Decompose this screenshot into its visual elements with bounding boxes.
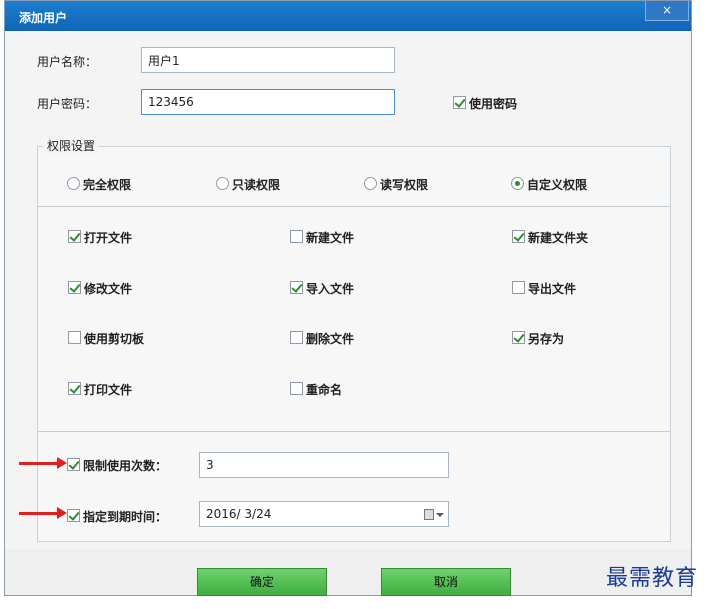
checkbox-export-file[interactable] [512,281,525,294]
use-password-checkbox[interactable] [453,96,466,109]
label-export-file: 导出文件 [528,282,577,296]
label-expiry: 指定到期时间： [83,510,168,524]
red-arrow-annotation [19,507,67,519]
add-user-dialog: 添加用户 × 用户名称： 用户密码： 使用密码 权限设置 完全权限 只读权限 读… [4,0,692,596]
radio-read-only-label: 只读权限 [232,178,281,192]
permissions-group-title: 权限设置 [43,137,100,154]
user-password-input[interactable] [141,89,395,115]
label-rename: 重命名 [306,383,343,397]
limit-uses-input[interactable] [199,452,449,478]
radio-read-write[interactable] [364,177,377,190]
checkbox-open-file[interactable] [68,230,81,243]
watermark: 最需教育 [606,566,699,591]
ok-button[interactable]: 确定 [197,568,327,596]
checkbox-expiry[interactable] [67,509,80,522]
label-open-file: 打开文件 [84,231,133,245]
checkbox-clipboard[interactable] [68,331,81,344]
title-bar: 添加用户 × [5,1,691,31]
label-limit-uses: 限制使用次数： [83,459,168,473]
checkbox-import-file[interactable] [290,281,303,294]
use-password-label: 使用密码 [469,97,518,111]
label-import-file: 导入文件 [306,282,355,296]
radio-custom-label: 自定义权限 [527,178,588,192]
checkbox-new-folder[interactable] [512,230,525,243]
calendar-icon[interactable] [424,509,434,520]
checkbox-delete-file[interactable] [290,331,303,344]
user-name-input[interactable] [141,47,395,73]
user-name-label: 用户名称： [37,55,98,69]
label-modify-file: 修改文件 [84,282,133,296]
label-new-file: 新建文件 [306,231,355,245]
label-clipboard: 使用剪切板 [84,332,145,346]
label-print-file: 打印文件 [84,383,133,397]
radio-custom[interactable] [511,177,524,190]
radio-read-only[interactable] [216,177,229,190]
checkbox-print-file[interactable] [68,382,81,395]
divider-bottom [38,431,670,432]
expiry-date-value: 2016/ 3/24 [206,507,272,521]
cancel-button[interactable]: 取消 [381,568,511,596]
chevron-down-icon[interactable] [436,513,444,517]
checkbox-new-file[interactable] [290,230,303,243]
dialog-title: 添加用户 [19,11,68,25]
radio-full-permission-label: 完全权限 [83,178,132,192]
expiry-date-picker[interactable]: 2016/ 3/24 [199,501,449,527]
label-save-as: 另存为 [528,332,565,346]
radio-full-permission[interactable] [67,177,80,190]
close-button[interactable]: × [645,1,689,21]
radio-read-write-label: 读写权限 [380,178,429,192]
divider-top [38,206,670,207]
label-new-folder: 新建文件夹 [528,231,589,245]
checkbox-modify-file[interactable] [68,281,81,294]
button-bar [5,549,691,595]
red-arrow-annotation [19,457,67,469]
checkbox-limit-uses[interactable] [67,458,80,471]
label-delete-file: 删除文件 [306,332,355,346]
user-password-label: 用户密码： [37,97,98,111]
checkbox-save-as[interactable] [512,331,525,344]
checkbox-rename[interactable] [290,382,303,395]
